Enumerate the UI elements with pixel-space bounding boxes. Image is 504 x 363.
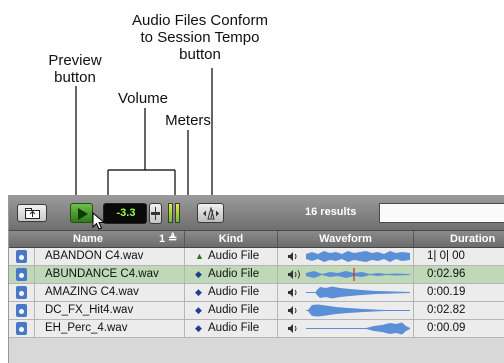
file-kind: Audio File — [208, 286, 260, 298]
file-duration: 0:02.96 — [427, 268, 466, 280]
fader-cap[interactable] — [151, 212, 160, 215]
search-input[interactable] — [379, 203, 504, 223]
file-duration: 0:00.19 — [427, 286, 466, 298]
column-kind[interactable]: Kind — [185, 231, 278, 247]
file-kind: Audio File — [208, 304, 260, 316]
waveform — [306, 268, 410, 281]
column-waveform[interactable]: Waveform — [278, 231, 414, 247]
audio-file-icon — [16, 268, 27, 281]
waveform-cell[interactable] — [278, 266, 414, 283]
audio-file-icon — [16, 250, 27, 263]
file-kind-cell: ◆ Audio File — [185, 302, 278, 319]
results-count: 16 results — [305, 206, 357, 218]
speaker-icon[interactable] — [288, 288, 298, 297]
sort-indicator: 1 ≜ — [159, 233, 178, 245]
column-header: Name 1 ≜ Kind Waveform Duration — [9, 231, 504, 248]
file-name: ABANDON C4.wav — [35, 248, 185, 265]
file-icon-cell — [9, 248, 35, 265]
volume-fader[interactable] — [149, 203, 162, 224]
speaker-icon[interactable] — [288, 324, 298, 333]
audio-file-kind-icon: ◆ — [195, 269, 202, 279]
waveform — [306, 286, 410, 299]
file-kind: Audio File — [208, 250, 260, 262]
audio-file-icon — [16, 322, 27, 335]
annotation-preview-button: Preview button — [48, 52, 102, 86]
annotation-meters: Meters — [165, 112, 211, 129]
file-icon-cell — [9, 266, 35, 283]
waveform-cell[interactable] — [278, 302, 414, 319]
preview-button[interactable] — [70, 203, 93, 223]
mouse-cursor-icon — [92, 212, 106, 230]
speaker-icon[interactable] — [288, 252, 298, 261]
browser-toolbar: -3.3 16 results — [9, 196, 504, 231]
file-icon-cell — [9, 284, 35, 301]
table-row[interactable]: EH_Perc_4.wav ◆ Audio File 0:00.09 — [9, 320, 504, 338]
folder-up-icon — [25, 208, 40, 219]
file-name: ABUNDANCE C4.wav — [35, 266, 185, 283]
file-duration: 0:00.09 — [427, 322, 466, 334]
file-name: DC_FX_Hit4.wav — [35, 302, 185, 319]
file-icon-cell — [9, 320, 35, 337]
column-duration[interactable]: Duration — [414, 231, 504, 247]
waveform-cell[interactable] — [278, 320, 414, 337]
metronome-icon: ▲ — [195, 251, 204, 261]
file-icon-cell — [9, 302, 35, 319]
file-name: EH_Perc_4.wav — [35, 320, 185, 337]
table-row-selected[interactable]: ABUNDANCE C4.wav ◆ Audio File 0:02.96 — [9, 266, 504, 284]
play-icon — [78, 208, 88, 220]
annotation-volume: Volume — [117, 90, 169, 107]
file-kind: Audio File — [208, 322, 260, 334]
file-kind-cell: ◆ Audio File — [185, 320, 278, 337]
tempo-conform-icon — [203, 207, 219, 220]
waveform-cell[interactable] — [278, 284, 414, 301]
meter-left — [168, 203, 173, 223]
audio-file-kind-icon: ◆ — [195, 305, 202, 315]
audio-file-kind-icon: ◆ — [195, 323, 202, 333]
file-kind: Audio File — [208, 268, 260, 280]
file-name: AMAZING C4.wav — [35, 284, 185, 301]
volume-value: -3.3 — [116, 207, 136, 219]
file-kind-cell: ◆ Audio File — [185, 266, 278, 283]
sort-order: 1 — [159, 233, 166, 245]
conform-tempo-button[interactable] — [197, 203, 224, 223]
folder-up-button[interactable] — [17, 204, 47, 222]
table-row[interactable]: AMAZING C4.wav ◆ Audio File 0:00.19 — [9, 284, 504, 302]
browser-panel: -3.3 16 results Name 1 ≜ Kind Waveform D… — [8, 195, 504, 363]
waveform — [306, 251, 410, 262]
waveform — [306, 304, 410, 317]
file-duration: 1| 0| 00 — [427, 250, 465, 262]
speaker-playing-icon[interactable] — [288, 270, 302, 279]
audio-file-icon — [16, 286, 27, 299]
table-row[interactable]: DC_FX_Hit4.wav ◆ Audio File 0:02.82 — [9, 302, 504, 320]
table-row[interactable]: ABANDON C4.wav ▲ Audio File 1| 0| 00 — [9, 248, 504, 266]
column-name[interactable]: Name 1 ≜ — [9, 231, 185, 247]
file-kind-cell: ◆ Audio File — [185, 284, 278, 301]
file-duration: 0:02.82 — [427, 304, 466, 316]
file-kind-cell: ▲ Audio File — [185, 248, 278, 265]
waveform — [306, 322, 410, 335]
annotation-conform-button: Audio Files Conform to Session Tempo but… — [132, 12, 268, 63]
meter-right — [175, 203, 180, 223]
meters — [168, 203, 181, 223]
waveform-cell[interactable] — [278, 248, 414, 265]
audio-file-kind-icon: ◆ — [195, 287, 202, 297]
speaker-icon[interactable] — [288, 306, 298, 315]
column-name-label: Name — [73, 233, 103, 245]
volume-display[interactable]: -3.3 — [103, 203, 147, 224]
audio-file-icon — [16, 304, 27, 317]
